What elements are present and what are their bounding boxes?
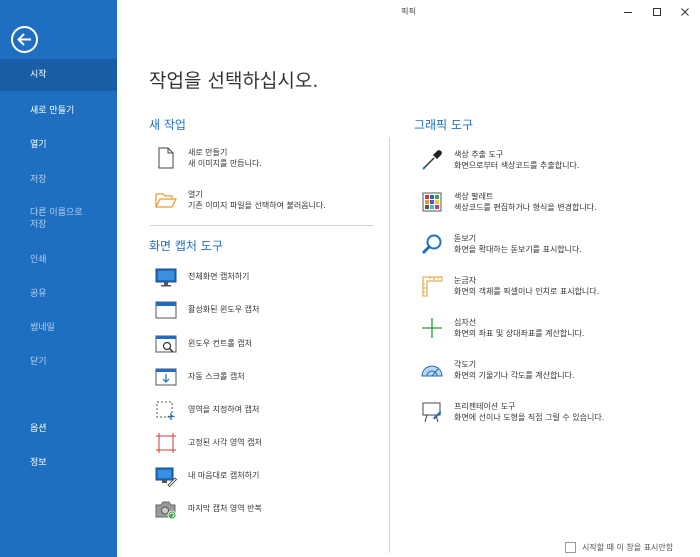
title-bar: 픽픽 bbox=[117, 0, 700, 24]
crosshair-desc: 화면의 좌표 및 상대좌표를 계산합니다. bbox=[454, 329, 585, 338]
magnifier-item[interactable]: 돋보기 화면을 확대하는 돋보기를 표시합니다. bbox=[421, 233, 582, 255]
dont-show-label: 시작할 때 이 창을 표시안함 bbox=[582, 543, 674, 552]
capture-fullscreen-label: 전체화면 캡처하기 bbox=[188, 272, 250, 281]
capture-repeat-label: 마지막 캡처 영역 반복 bbox=[188, 504, 262, 513]
minimize-icon bbox=[624, 12, 632, 13]
ruler-icon bbox=[422, 276, 443, 297]
capture-region-label: 영역을 지정하여 캡처 bbox=[188, 405, 260, 414]
sidebar-item-thumbnail[interactable]: 썸네일 bbox=[0, 322, 117, 334]
palette-icon bbox=[422, 192, 442, 212]
magnifier-desc: 화면을 확대하는 돋보기를 표시합니다. bbox=[454, 245, 582, 254]
window-control-icon bbox=[155, 335, 177, 353]
checkbox-box[interactable] bbox=[565, 542, 576, 553]
capture-region-item[interactable]: 영역을 지정하여 캡처 bbox=[155, 399, 259, 421]
open-folder-icon bbox=[155, 193, 177, 208]
page-heading: 작업을 선택하십시오. bbox=[149, 70, 319, 92]
capture-scroll-item[interactable]: 자동 스크롤 캡처 bbox=[155, 366, 245, 388]
protractor-desc: 화면의 기울기나 각도를 계산합니다. bbox=[454, 371, 575, 380]
eyedropper-item[interactable]: 색상 추출 도구 화면으로부터 색상코드를 추출합니다. bbox=[421, 149, 579, 171]
sidebar-item-options[interactable]: 옵션 bbox=[0, 423, 117, 435]
capture-window-control-label: 윈도우 컨트롤 캡처 bbox=[188, 339, 252, 348]
eyedropper-icon bbox=[422, 150, 442, 170]
capture-freehand-item[interactable]: 내 마음대로 캡처하기 bbox=[155, 465, 259, 487]
protractor-icon bbox=[421, 365, 443, 377]
presentation-item[interactable]: 프리젠테이션 도구 화면에 선이나 도형을 직접 그릴 수 있습니다. bbox=[421, 401, 604, 423]
open-image-desc: 기존 이미지 파일을 선택하여 불러옵니다. bbox=[188, 201, 326, 210]
open-image-item[interactable]: 열기 기존 이미지 파일을 선택하여 불러옵니다. bbox=[155, 189, 326, 211]
eyedropper-desc: 화면으로부터 색상코드를 추출합니다. bbox=[454, 161, 580, 170]
freehand-icon bbox=[155, 467, 177, 487]
sidebar-item-close[interactable]: 닫기 bbox=[0, 356, 117, 368]
back-button[interactable] bbox=[11, 26, 38, 53]
protractor-name: 각도기 bbox=[454, 360, 477, 369]
window-title: 픽픽 bbox=[401, 7, 416, 16]
crosshair-name: 십자선 bbox=[454, 318, 477, 327]
sidebar-item-print[interactable]: 인쇄 bbox=[0, 254, 117, 266]
palette-name: 색상 팔레트 bbox=[454, 192, 494, 201]
protractor-item[interactable]: 각도기 화면의 기울기나 각도를 계산합니다. bbox=[421, 359, 575, 381]
capture-repeat-item[interactable]: 마지막 캡처 영역 반복 bbox=[155, 498, 262, 520]
capture-fixed-rect-item[interactable]: 고정된 사각 영역 캡처 bbox=[155, 432, 262, 454]
crosshair-item[interactable]: 십자선 화면의 좌표 및 상대좌표를 계산합니다. bbox=[421, 317, 584, 339]
new-image-desc: 새 이미지를 만듭니다. bbox=[188, 159, 262, 168]
ruler-item[interactable]: 눈금자 화면의 객체를 픽셀이나 인치로 표시합니다. bbox=[421, 275, 599, 297]
capture-scroll-label: 자동 스크롤 캡처 bbox=[188, 372, 245, 381]
presentation-desc: 화면에 선이나 도형을 직접 그릴 수 있습니다. bbox=[454, 413, 605, 422]
sidebar-item-share[interactable]: 공유 bbox=[0, 288, 117, 300]
palette-item[interactable]: 색상 팔레트 색상코드를 편집하거나 형식을 변경합니다. bbox=[421, 191, 597, 213]
new-task-title: 새 작업 bbox=[149, 118, 186, 132]
scroll-capture-icon bbox=[155, 368, 177, 386]
sidebar-item-save[interactable]: 저장 bbox=[0, 174, 117, 186]
sidebar-item-new[interactable]: 새로 만들기 bbox=[0, 105, 117, 117]
magnifier-name: 돋보기 bbox=[454, 234, 477, 243]
capture-active-window-item[interactable]: 활성화된 윈도우 캡처 bbox=[155, 299, 259, 321]
graphic-tools-title: 그래픽 도구 bbox=[414, 118, 474, 132]
blank-page-icon bbox=[158, 147, 174, 169]
fixed-rect-icon bbox=[156, 433, 176, 453]
ruler-desc: 화면의 객체를 픽셀이나 인치로 표시합니다. bbox=[454, 287, 600, 296]
monitor-icon bbox=[155, 268, 177, 287]
sidebar-item-save-as[interactable]: 다른 이름으로 저장 bbox=[0, 207, 117, 231]
capture-active-window-label: 활성화된 윈도우 캡처 bbox=[188, 305, 260, 314]
minimize-button[interactable] bbox=[620, 4, 636, 20]
open-image-name: 열기 bbox=[188, 190, 203, 199]
eyedropper-name: 색상 추출 도구 bbox=[454, 150, 504, 159]
sidebar: 시작 새로 만들기 열기 저장 다른 이름으로 저장 인쇄 공유 썸네일 닫기 … bbox=[0, 0, 117, 557]
capture-fullscreen-item[interactable]: 전체화면 캡처하기 bbox=[155, 266, 249, 288]
sidebar-item-about[interactable]: 정보 bbox=[0, 457, 117, 469]
magnifier-icon bbox=[421, 234, 442, 255]
capture-fixed-rect-label: 고정된 사각 영역 캡처 bbox=[188, 438, 262, 447]
repeat-camera-icon bbox=[155, 501, 177, 520]
region-select-icon bbox=[156, 401, 175, 420]
sidebar-item-start[interactable]: 시작 bbox=[0, 59, 117, 91]
capture-freehand-label: 내 마음대로 캡처하기 bbox=[188, 471, 260, 480]
crosshair-icon bbox=[422, 318, 442, 338]
new-image-name: 새로 만들기 bbox=[188, 148, 228, 157]
sidebar-item-open[interactable]: 열기 bbox=[0, 139, 117, 151]
section-divider bbox=[150, 225, 373, 226]
dont-show-checkbox[interactable]: 시작할 때 이 창을 표시안함 bbox=[565, 542, 673, 553]
palette-desc: 색상코드를 편집하거나 형식을 변경합니다. bbox=[454, 203, 597, 212]
ruler-name: 눈금자 bbox=[454, 276, 477, 285]
new-image-item[interactable]: 새로 만들기 새 이미지를 만듭니다. bbox=[155, 147, 262, 169]
arrow-left-icon bbox=[17, 33, 31, 46]
maximize-button[interactable] bbox=[649, 4, 665, 20]
maximize-icon bbox=[653, 8, 661, 16]
capture-tools-title: 화면 캡처 도구 bbox=[149, 239, 223, 253]
close-icon bbox=[681, 8, 689, 16]
close-window-button[interactable] bbox=[677, 4, 693, 20]
presentation-name: 프리젠테이션 도구 bbox=[454, 402, 516, 411]
capture-window-control-item[interactable]: 윈도우 컨트롤 캡처 bbox=[155, 333, 252, 355]
whiteboard-icon bbox=[422, 402, 442, 423]
column-divider bbox=[389, 138, 390, 553]
active-window-icon bbox=[155, 301, 177, 319]
